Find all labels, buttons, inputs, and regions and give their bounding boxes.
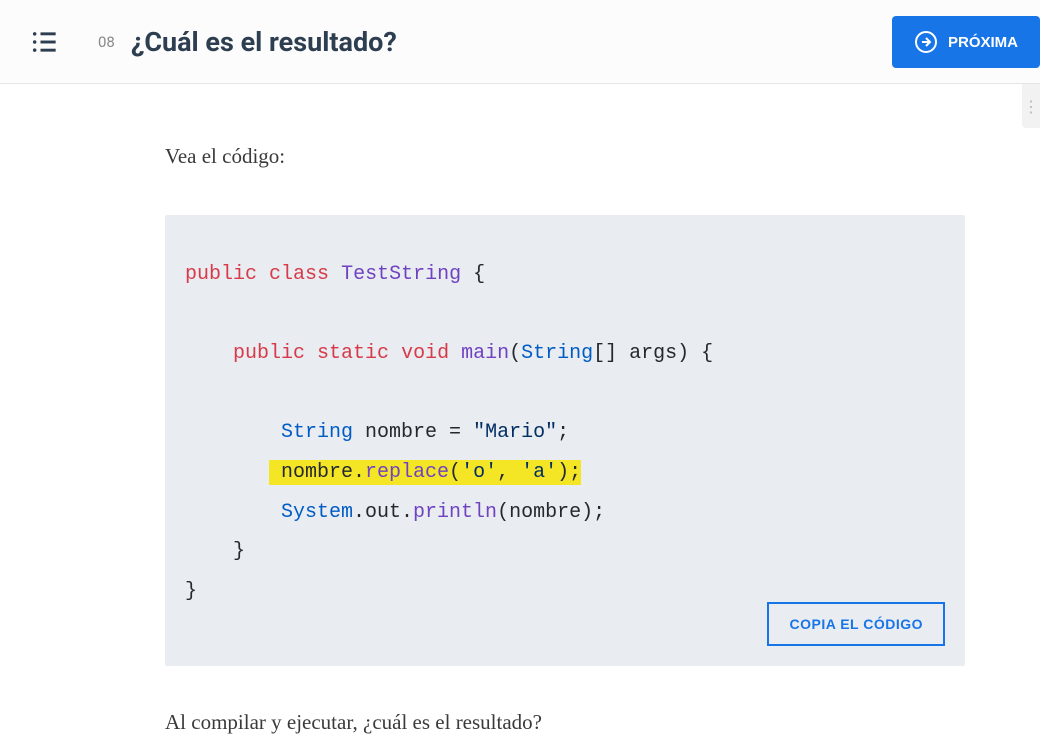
- next-button[interactable]: PRÓXIMA: [892, 16, 1040, 68]
- kw-public: public: [233, 342, 305, 365]
- side-drawer-handle[interactable]: ⋮: [1022, 84, 1040, 128]
- semi: ;: [557, 421, 569, 444]
- brace-close: }: [185, 580, 197, 603]
- var-decl: nombre =: [353, 421, 473, 444]
- lesson-header: 08 ¿Cuál es el resultado? PRÓXIMA: [0, 0, 1040, 84]
- arrow-right-circle-icon: [914, 30, 938, 54]
- lesson-title: ¿Cuál es el resultado?: [131, 26, 1010, 58]
- println-arg: (nombre);: [497, 501, 605, 524]
- next-button-label: PRÓXIMA: [948, 34, 1018, 51]
- dot-out: .out.: [353, 501, 413, 524]
- system: System: [281, 501, 353, 524]
- kw-static: static: [317, 342, 389, 365]
- type-string: String: [521, 342, 593, 365]
- menu-list-icon[interactable]: [30, 28, 58, 56]
- kw-void: void: [401, 342, 449, 365]
- args-sig: [] args) {: [593, 342, 713, 365]
- string-literal: "Mario": [473, 421, 557, 444]
- lesson-content: Vea el código: public class TestString {…: [0, 84, 980, 735]
- kw-public: public: [185, 263, 257, 286]
- code-block: public class TestString { public static …: [165, 215, 965, 666]
- lesson-number: 08: [98, 33, 115, 51]
- brace: {: [461, 263, 485, 286]
- outro-text: Al compilar y ejecutar, ¿cuál es el resu…: [165, 710, 980, 735]
- class-name: TestString: [341, 263, 461, 286]
- highlighted-code: nombre.replace('o', 'a');: [269, 460, 581, 485]
- copy-code-button[interactable]: COPIA EL CÓDIGO: [767, 602, 945, 646]
- println: println: [413, 501, 497, 524]
- kw-class: class: [269, 263, 329, 286]
- method-main: main: [461, 342, 509, 365]
- brace-close: }: [185, 540, 245, 563]
- type-string: String: [281, 421, 353, 444]
- intro-text: Vea el código:: [165, 144, 980, 169]
- dots-vertical-icon: ⋮: [1023, 97, 1039, 116]
